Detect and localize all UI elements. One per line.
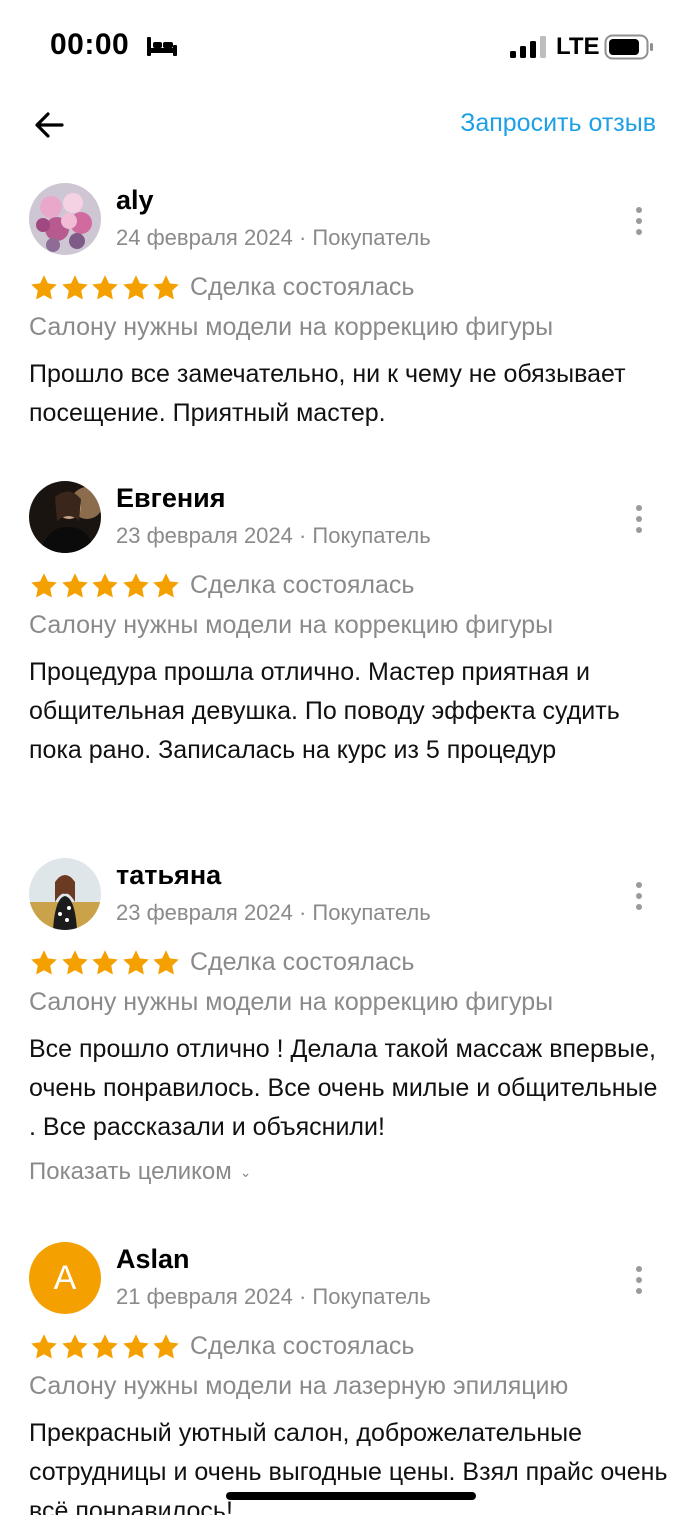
star-icon <box>122 1334 149 1359</box>
star-icon <box>61 573 88 598</box>
bed-icon <box>147 37 177 56</box>
review-author: Евгения <box>116 483 226 513</box>
star-icon <box>31 950 57 975</box>
review-text: Процедура прошла отлично. Мастер приятна… <box>29 658 620 764</box>
show-more-label: Показать целиком <box>29 1158 232 1185</box>
star-icon <box>61 1334 88 1359</box>
deal-status: Сделка состоялась <box>190 273 415 301</box>
star-icon <box>122 275 149 300</box>
more-vertical-icon[interactable] <box>627 503 651 535</box>
avatar-flowers-image <box>29 183 101 255</box>
star-icon <box>153 275 179 300</box>
ad-title[interactable]: Салону нужны модели на коррекцию фигуры <box>29 988 553 1017</box>
network-type: LTE <box>556 33 600 60</box>
star-icon <box>153 950 179 975</box>
avatar[interactable]: A <box>29 1242 101 1314</box>
star-icon <box>31 1334 57 1359</box>
more-vertical-icon[interactable] <box>627 205 651 237</box>
review-meta: 21 февраля 2024 · Покупатель <box>116 1284 431 1309</box>
star-icon <box>122 573 149 598</box>
star-icon <box>31 275 57 300</box>
star-icon <box>92 1334 118 1359</box>
star-icon <box>92 950 118 975</box>
rating-stars <box>29 273 182 303</box>
star-icon <box>61 275 88 300</box>
rating-stars <box>29 571 182 601</box>
show-full-review-button[interactable]: Показать целиком ⌄ <box>29 1158 251 1186</box>
rating-stars <box>29 948 182 978</box>
review-author: Aslan <box>116 1244 190 1274</box>
review-text: Все прошло отлично ! Делала такой массаж… <box>29 1035 658 1141</box>
avatar[interactable] <box>29 481 101 553</box>
star-icon <box>153 573 179 598</box>
rating-stars <box>29 1332 182 1362</box>
ad-title[interactable]: Салону нужны модели на лазерную эпиляцию <box>29 1372 568 1401</box>
deal-status: Сделка состоялась <box>190 1332 415 1360</box>
avatar[interactable] <box>29 183 101 255</box>
more-vertical-icon[interactable] <box>627 1264 651 1296</box>
status-time: 00:00 <box>50 28 130 61</box>
review-meta: 23 февраля 2024 · Покупатель <box>116 523 431 548</box>
star-icon <box>31 573 57 598</box>
avatar[interactable] <box>29 858 101 930</box>
star-icon <box>61 950 88 975</box>
ad-title[interactable]: Салону нужны модели на коррекцию фигуры <box>29 611 553 640</box>
request-review-link[interactable]: Запросить отзыв <box>460 109 656 138</box>
star-icon <box>92 573 118 598</box>
star-icon <box>153 1334 179 1359</box>
battery-icon <box>604 34 653 60</box>
avatar-initial: A <box>53 1258 77 1297</box>
more-vertical-icon[interactable] <box>627 880 651 912</box>
back-arrow-icon[interactable] <box>30 105 70 145</box>
cellular-signal-icon <box>510 36 546 58</box>
status-bar: 00:00 LTE <box>0 0 700 95</box>
review-meta: 23 февраля 2024 · Покупатель <box>116 900 431 925</box>
deal-status: Сделка состоялась <box>190 571 415 599</box>
star-icon <box>122 950 149 975</box>
chevron-down-icon: ⌄ <box>239 1164 252 1181</box>
avatar-photo-image <box>29 858 101 930</box>
home-indicator[interactable] <box>226 1492 476 1500</box>
review-text: Прошло все замечательно, ни к чему не об… <box>29 360 626 427</box>
review-author: aly <box>116 185 154 215</box>
review-author: татьяна <box>116 860 222 890</box>
star-icon <box>92 275 118 300</box>
reviews-screen: 00:00 LTE Запросить отзыв aly 24 февраля… <box>0 0 700 1515</box>
review-meta: 24 февраля 2024 · Покупатель <box>116 225 431 250</box>
avatar-photo-image <box>29 481 101 553</box>
deal-status: Сделка состоялась <box>190 948 415 976</box>
ad-title[interactable]: Салону нужны модели на коррекцию фигуры <box>29 313 553 342</box>
